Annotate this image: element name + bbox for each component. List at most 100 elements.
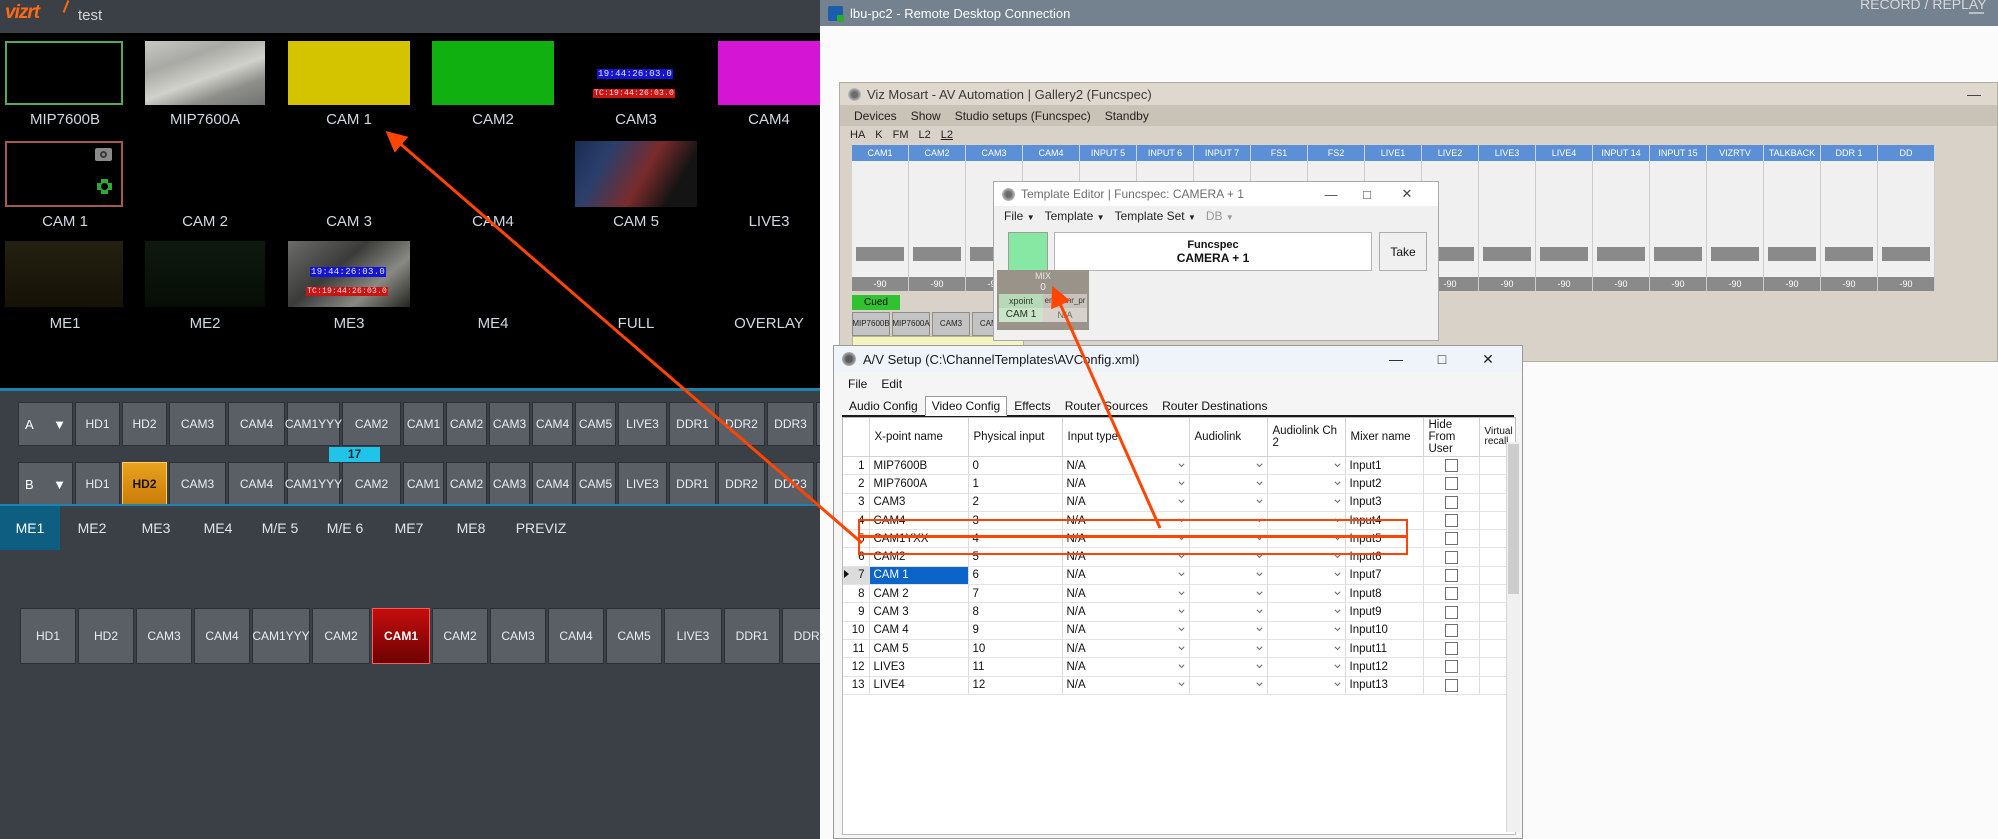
- menu-item-show[interactable]: Show: [911, 109, 941, 123]
- hide-checkbox[interactable]: [1445, 569, 1458, 582]
- cell-mixer-name[interactable]: Input10: [1345, 621, 1423, 639]
- mv-tile-cam4[interactable]: CAM4: [718, 41, 830, 137]
- tab-m-e-6[interactable]: M/E 6: [312, 506, 378, 550]
- cell-xpoint-name[interactable]: MIP7600A: [869, 475, 968, 493]
- bus-button-hd1[interactable]: HD1: [75, 462, 120, 506]
- take-button[interactable]: Take: [1379, 232, 1427, 271]
- bus-button-cam1y-yy[interactable]: CAM1YYY: [287, 462, 340, 506]
- cell-physical-input[interactable]: 9: [968, 621, 1062, 639]
- bus-button-cam3[interactable]: CAM3: [169, 462, 226, 506]
- source-button-cam4[interactable]: CAM4: [194, 608, 250, 664]
- cell-xpoint-name[interactable]: CAM 4: [869, 621, 968, 639]
- cell-xpoint-name[interactable]: CAM 1: [869, 566, 968, 584]
- cell-mixer-name[interactable]: Input13: [1345, 676, 1423, 694]
- table-row[interactable]: 11CAM 510N/AInput11: [843, 639, 1515, 657]
- bus-button-cam-4[interactable]: CAM4: [532, 462, 573, 506]
- source-button-ddr-1[interactable]: DDR1: [724, 608, 780, 664]
- mv-tile-me1[interactable]: ME1: [5, 241, 125, 341]
- source-button-cam1y-yy[interactable]: CAM1YYY: [252, 608, 310, 664]
- hide-checkbox[interactable]: [1445, 660, 1458, 673]
- mosart-source-button[interactable]: CAM3: [932, 312, 970, 336]
- mv-tile-cam1-b[interactable]: CAM 1: [5, 141, 125, 241]
- bus-button-hd1[interactable]: HD1: [75, 402, 120, 446]
- cell-mixer-name[interactable]: Input2: [1345, 475, 1423, 493]
- cell-mixer-name[interactable]: Input9: [1345, 603, 1423, 621]
- bus-button-ddr-3[interactable]: DDR3: [767, 402, 814, 446]
- cell-xpoint-name[interactable]: LIVE3: [869, 658, 968, 676]
- table-row[interactable]: 8CAM 27N/AInput8: [843, 585, 1515, 603]
- cell-audiolink-ch2[interactable]: [1267, 566, 1345, 584]
- bus-button-cam-3[interactable]: CAM3: [489, 402, 530, 446]
- cell-mixer-name[interactable]: Input8: [1345, 585, 1423, 603]
- video-config-grid[interactable]: X-point namePhysical inputInput typeAudi…: [842, 417, 1516, 835]
- tab-router-sources[interactable]: Router Sources: [1058, 396, 1155, 416]
- menu-item-standby[interactable]: Standby: [1105, 109, 1149, 123]
- cell-audiolink[interactable]: [1189, 639, 1267, 657]
- cell-physical-input[interactable]: 11: [968, 658, 1062, 676]
- close-button[interactable]: ✕: [1470, 349, 1506, 369]
- bus-button-cam-4[interactable]: CAM4: [532, 402, 573, 446]
- mv-tile-live3[interactable]: LIVE3: [718, 141, 830, 241]
- cell-audiolink[interactable]: [1189, 457, 1267, 475]
- close-button[interactable]: ✕: [1390, 186, 1424, 202]
- table-row[interactable]: 7CAM 16N/AInput7: [843, 566, 1515, 584]
- menu-item-studio-setups[interactable]: Studio setups (Funcspec): [955, 109, 1091, 123]
- tab-me4[interactable]: ME4: [188, 506, 248, 550]
- bus-button-cam-5[interactable]: CAM5: [575, 462, 616, 506]
- tab-me7[interactable]: ME7: [378, 506, 440, 550]
- menu-item-template-set[interactable]: Template Set ▼: [1115, 209, 1196, 223]
- tab-audio-config[interactable]: Audio Config: [842, 396, 925, 416]
- tab-me3[interactable]: ME3: [124, 506, 188, 550]
- bus-button-ddr-1[interactable]: DDR1: [669, 402, 716, 446]
- cell-hide-from-user[interactable]: [1423, 603, 1479, 621]
- bus-button-cam-1[interactable]: CAM1: [403, 462, 444, 506]
- cell-hide-from-user[interactable]: [1423, 530, 1479, 548]
- mv-tile-cam2-b[interactable]: CAM 2: [145, 141, 265, 241]
- mosart-fader-column[interactable]: -90: [1650, 161, 1707, 291]
- menu-item-edit[interactable]: Edit: [881, 377, 902, 391]
- bus-button-live3[interactable]: LIVE3: [618, 462, 667, 506]
- source-button-cam-2[interactable]: CAM2: [432, 608, 488, 664]
- cell-audiolink-ch2[interactable]: [1267, 621, 1345, 639]
- cell-audiolink[interactable]: [1189, 603, 1267, 621]
- mv-tile-me2[interactable]: ME2: [145, 241, 265, 341]
- cell-audiolink-ch2[interactable]: [1267, 639, 1345, 657]
- cell-physical-input[interactable]: 10: [968, 639, 1062, 657]
- grid-scrollbar[interactable]: [1506, 442, 1520, 832]
- mosart-source-button[interactable]: MIP7600A: [892, 312, 930, 336]
- bus-button-live3[interactable]: LIVE3: [618, 402, 667, 446]
- tab-me8[interactable]: ME8: [440, 506, 502, 550]
- column-header[interactable]: Mixer name: [1345, 418, 1423, 457]
- bus-button-ddr-3[interactable]: DDR3: [767, 462, 814, 506]
- cell-input-type[interactable]: N/A: [1062, 457, 1189, 475]
- table-row[interactable]: 13LIVE412N/AInput13: [843, 676, 1515, 694]
- bus-button-hd2[interactable]: HD2: [122, 402, 167, 446]
- cell-audiolink[interactable]: [1189, 621, 1267, 639]
- bus-button-cam4[interactable]: CAM4: [228, 462, 285, 506]
- maximize-button[interactable]: □: [1350, 186, 1384, 202]
- cell-physical-input[interactable]: 1: [968, 475, 1062, 493]
- table-row[interactable]: 2MIP7600A1N/AInput2: [843, 475, 1515, 493]
- mv-tile-cam5[interactable]: CAM 5: [575, 141, 697, 241]
- cell-xpoint-name[interactable]: CAM3: [869, 493, 968, 511]
- bus-button-hd2[interactable]: HD2: [122, 462, 167, 506]
- tab-router-destinations[interactable]: Router Destinations: [1155, 396, 1274, 416]
- source-button-cam-3[interactable]: CAM3: [490, 608, 546, 664]
- table-row[interactable]: 9CAM 38N/AInput9: [843, 603, 1515, 621]
- mv-tile-cam3[interactable]: 19:44:26:03.0 TC:19:44:26:03.0 CAM3: [575, 41, 697, 137]
- mv-tile-mip7600a[interactable]: MIP7600A: [145, 41, 265, 137]
- sub-item-k[interactable]: K: [875, 129, 882, 141]
- cell-hide-from-user[interactable]: [1423, 658, 1479, 676]
- bus-button-cam1y-yy[interactable]: CAM1YYY: [287, 402, 340, 446]
- cell-input-type[interactable]: N/A: [1062, 566, 1189, 584]
- cell-audiolink[interactable]: [1189, 493, 1267, 511]
- cell-input-type[interactable]: N/A: [1062, 676, 1189, 694]
- mv-tile-full[interactable]: FULL: [575, 241, 697, 341]
- mv-tile-mip7600b[interactable]: MIP7600B: [5, 41, 125, 137]
- cell-hide-from-user[interactable]: [1423, 585, 1479, 603]
- cell-audiolink[interactable]: [1189, 475, 1267, 493]
- cell-physical-input[interactable]: 2: [968, 493, 1062, 511]
- hide-checkbox[interactable]: [1445, 459, 1458, 472]
- mosart-source-button[interactable]: MIP7600B: [852, 312, 890, 336]
- cell-audiolink-ch2[interactable]: [1267, 457, 1345, 475]
